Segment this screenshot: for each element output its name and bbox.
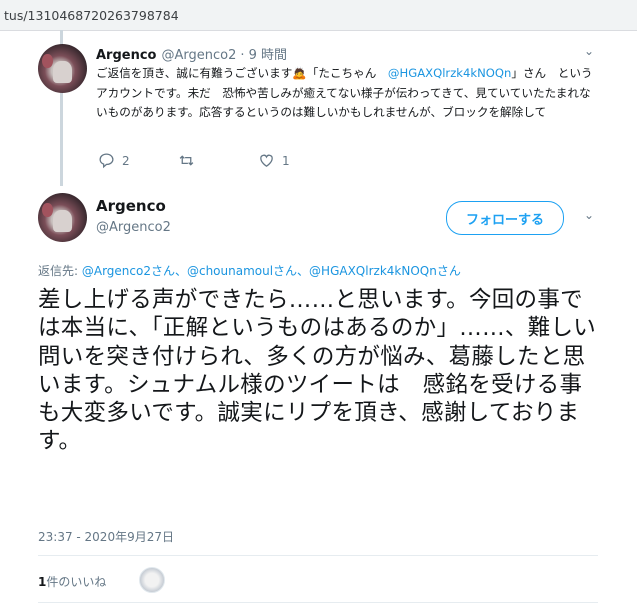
reply-author-handle[interactable]: @Argenco2 [162, 48, 237, 63]
reply-icon [99, 153, 114, 169]
main-timestamp[interactable]: 23:37 - 2020年9月27日 [38, 528, 174, 545]
reply-author-name[interactable]: Argenco [96, 48, 157, 63]
retweet-button[interactable] [178, 152, 202, 169]
follow-button[interactable]: フォローする [446, 201, 564, 235]
reply-mention-link[interactable]: @HGAXQlrzk4kNOQn [388, 66, 511, 80]
reply-avatar[interactable] [38, 44, 87, 93]
retweet-icon [179, 155, 194, 166]
reply-to-mentions[interactable]: @Argenco2さん、@chounamoulさん、@HGAXQlrzk4kNO… [82, 264, 461, 278]
url-text: tus/1310468720263798784 [4, 8, 179, 23]
main-tweet-text: 差し上げる声ができたら……と思います。今回の事では本当に、「正解というものはある… [38, 287, 597, 455]
reply-to-line: 返信先: @Argenco2さん、@chounamoulさん、@HGAXQlrz… [38, 262, 461, 279]
divider-top [38, 555, 598, 556]
reply-more-chevron-icon[interactable]: ⌄ [584, 44, 594, 58]
likes-label: 件のいいね [46, 575, 107, 589]
reply-button[interactable]: 2 [98, 152, 130, 169]
browser-address-bar[interactable]: tus/1310468720263798784 [0, 0, 637, 31]
reply-text-quote: 「たこちゃん [306, 66, 388, 80]
like-button[interactable]: 1 [258, 152, 290, 169]
reply-text-prefix: ご返信を頂き、誠に有難うございます [96, 66, 293, 80]
like-count: 1 [282, 153, 290, 168]
reply-count: 2 [122, 153, 130, 168]
liker-avatar[interactable] [139, 567, 165, 593]
main-author-name[interactable]: Argenco [96, 197, 166, 215]
likes-summary[interactable]: 1件のいいね [38, 573, 106, 590]
main-avatar[interactable] [38, 193, 87, 242]
reply-to-prefix: 返信先: [38, 264, 82, 278]
main-more-chevron-icon[interactable]: ⌄ [584, 208, 594, 222]
heart-icon [260, 154, 273, 167]
reply-text: ご返信を頂き、誠に有難うございます🙇「たこちゃん @HGAXQlrzk4kNOQ… [96, 64, 596, 123]
reply-author: Argenco @Argenco2 · 9 時間 [96, 44, 287, 63]
divider-bottom [38, 602, 598, 603]
reply-time[interactable]: · 9 時間 [240, 48, 287, 63]
bowing-emoji-icon: 🙇 [292, 66, 307, 80]
main-author-handle[interactable]: @Argenco2 [96, 220, 171, 235]
